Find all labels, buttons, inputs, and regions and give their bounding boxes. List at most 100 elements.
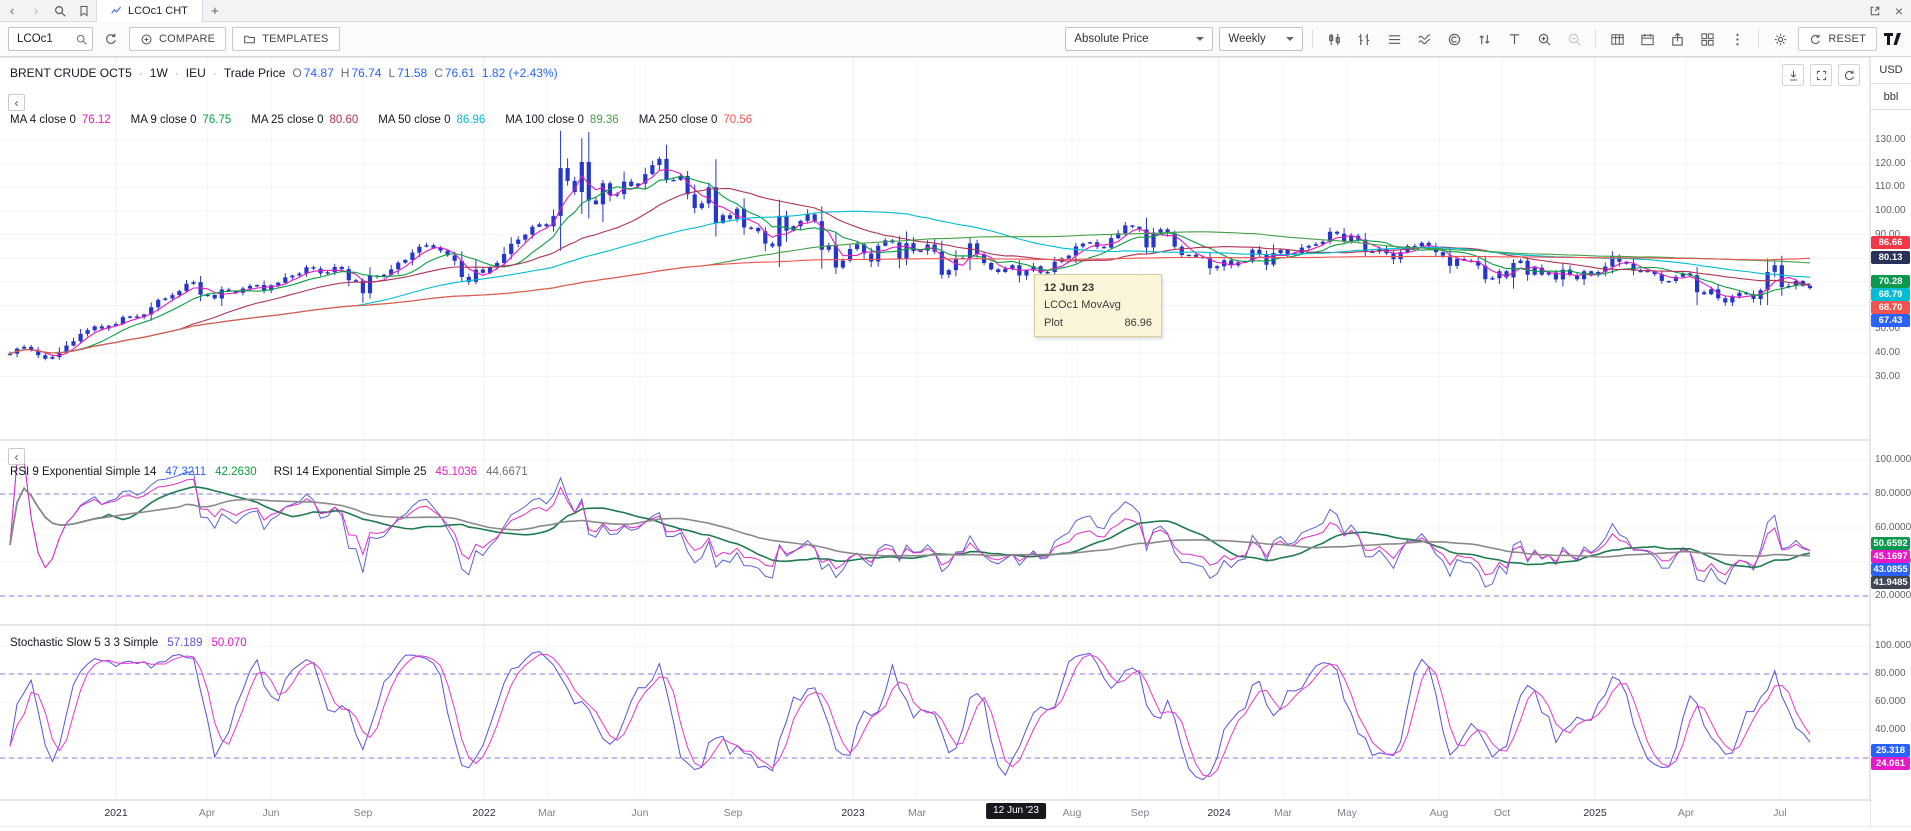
rsi-9-line (10, 460, 1810, 587)
reset-button[interactable]: RESET (1798, 27, 1877, 51)
open-value: O74.87 (292, 66, 333, 80)
rsi-signal-value: 42.2630 (215, 466, 257, 478)
layout-grid-button[interactable] (1695, 27, 1719, 51)
compare-arrows-button[interactable] (1472, 27, 1496, 51)
table-icon (1610, 32, 1625, 47)
ma-legend-item: MA 4 close 076.12 (10, 114, 111, 126)
calendar-icon (1640, 32, 1655, 47)
percent-circle-icon (1447, 32, 1462, 47)
ma-legend-item: MA 50 close 086.96 (378, 114, 485, 126)
area-style-button[interactable] (1412, 27, 1436, 51)
symbol-description: BRENT CRUDE OCT5 (10, 66, 132, 80)
main-series-legend[interactable]: BRENT CRUDE OCT5 · 1W · IEU · Trade Pric… (10, 66, 558, 80)
ma-legend[interactable]: MA 4 close 076.12 MA 9 close 076.75 MA 2… (10, 114, 752, 126)
more-vertical-icon (1730, 32, 1745, 47)
chevron-down-icon (1196, 37, 1204, 41)
collapse-main-pane-button[interactable]: ‹ (8, 94, 25, 111)
collapse-rsi-pane-button[interactable]: ‹ (8, 448, 25, 465)
export-button[interactable] (1665, 27, 1689, 51)
fullscreen-button[interactable] (1810, 64, 1832, 86)
symbol-input[interactable] (17, 33, 69, 45)
zoom-in-icon (1537, 32, 1552, 47)
text-tool-icon (1507, 32, 1522, 47)
compare-label: COMPARE (159, 33, 215, 45)
templates-label: TEMPLATES (262, 33, 328, 45)
templates-button[interactable]: TEMPLATES (232, 27, 339, 51)
ma-line-9 (10, 176, 1810, 354)
legend-separator: · (213, 66, 217, 80)
zoom-out-icon (1567, 32, 1582, 47)
unit-toggle[interactable]: bbl (1871, 84, 1911, 110)
settings-button[interactable] (1768, 27, 1792, 51)
close-value: C76.61 (434, 66, 475, 80)
compare-button[interactable]: COMPARE (129, 27, 226, 51)
ma-legend-item: MA 9 close 076.75 (131, 114, 232, 126)
expand-icon (1815, 69, 1828, 82)
tooltip-date: 12 Jun 23 (1044, 282, 1152, 294)
more-options-button[interactable] (1725, 27, 1749, 51)
arrow-down-icon (1787, 69, 1800, 82)
candle-wicks (10, 131, 1810, 361)
high-value: H76.74 (341, 66, 382, 80)
tooltip-series: LCOc1 MovAvg (1044, 299, 1152, 311)
ma-legend-item: MA 100 close 089.36 (505, 114, 618, 126)
popout-icon[interactable] (1863, 0, 1887, 22)
legend-separator: · (175, 66, 179, 80)
layout-grid-icon (1700, 32, 1715, 47)
events-calendar-button[interactable] (1635, 27, 1659, 51)
search-icon[interactable] (48, 0, 72, 22)
chevron-down-icon (1286, 37, 1294, 41)
rsi-legend[interactable]: RSI 9 Exponential Simple 14 47.3211 42.2… (10, 466, 528, 478)
legend-separator: · (139, 66, 143, 80)
bars-style-button[interactable] (1352, 27, 1376, 51)
candles-style-button[interactable] (1322, 27, 1346, 51)
new-tab-button[interactable]: + (203, 3, 227, 18)
bookmark-icon[interactable] (72, 0, 96, 22)
line-style-icon (1387, 32, 1402, 47)
scroll-to-latest-button[interactable] (1782, 64, 1804, 86)
symbol-search-box[interactable] (8, 27, 93, 51)
percent-circle-button[interactable] (1442, 27, 1466, 51)
interval-value: Weekly (1228, 33, 1266, 45)
tab-chart-icon (111, 5, 122, 16)
reset-label: RESET (1828, 33, 1866, 45)
stoch-d-value: 50.070 (211, 637, 246, 649)
interval-select[interactable]: Weekly (1219, 27, 1303, 51)
symbol-refresh-button[interactable] (99, 27, 123, 51)
reload-chart-button[interactable] (1838, 64, 1860, 86)
zoom-in-button[interactable] (1532, 27, 1556, 51)
ma-legend-item: MA 25 close 080.60 (251, 114, 358, 126)
rsi-14-signal-line (10, 488, 1810, 557)
table-view-button[interactable] (1605, 27, 1629, 51)
stochastic-legend[interactable]: Stochastic Slow 5 3 3 Simple 57.189 50.0… (10, 637, 247, 649)
ma-legend-item: MA 250 close 070.56 (639, 114, 752, 126)
rsi-study-label: RSI 14 Exponential Simple 25 (274, 466, 427, 478)
line-style-button[interactable] (1382, 27, 1406, 51)
rsi-value: 45.1036 (435, 466, 477, 478)
reset-undo-icon (1809, 33, 1822, 46)
price-scale[interactable]: USD bbl (1871, 57, 1911, 826)
close-icon[interactable]: × (1887, 0, 1911, 22)
change-value: 1.82 (+2.43%) (482, 66, 558, 80)
currency-toggle[interactable]: USD (1871, 57, 1911, 84)
forward-button[interactable]: › (24, 0, 48, 22)
legend-exchange: IEU (186, 66, 206, 80)
low-value: L71.58 (388, 66, 427, 80)
tooltip-plot-row: Plot 86.96 (1044, 317, 1152, 329)
back-button[interactable]: ‹ (0, 0, 24, 22)
data-tooltip: 12 Jun 23 LCOc1 MovAvg Plot 86.96 (1034, 274, 1162, 337)
refresh-icon (104, 32, 118, 46)
zoom-out-button[interactable] (1562, 27, 1586, 51)
tradingview-logo[interactable] (1883, 31, 1903, 47)
stoch-k-value: 57.189 (167, 637, 202, 649)
tab-lcoc1-cht[interactable]: LCOc1 CHT (96, 0, 203, 22)
text-tool-button[interactable] (1502, 27, 1526, 51)
folder-icon (243, 33, 256, 46)
export-icon (1670, 32, 1685, 47)
time-axis[interactable] (0, 801, 1870, 826)
price-mode-select[interactable]: Absolute Price (1065, 27, 1213, 51)
compare-plus-icon (140, 33, 153, 46)
tab-bar: ‹ › LCOc1 CHT + × (0, 0, 1911, 22)
ma-line-100 (10, 232, 1810, 354)
price-mode-value: Absolute Price (1074, 33, 1148, 45)
